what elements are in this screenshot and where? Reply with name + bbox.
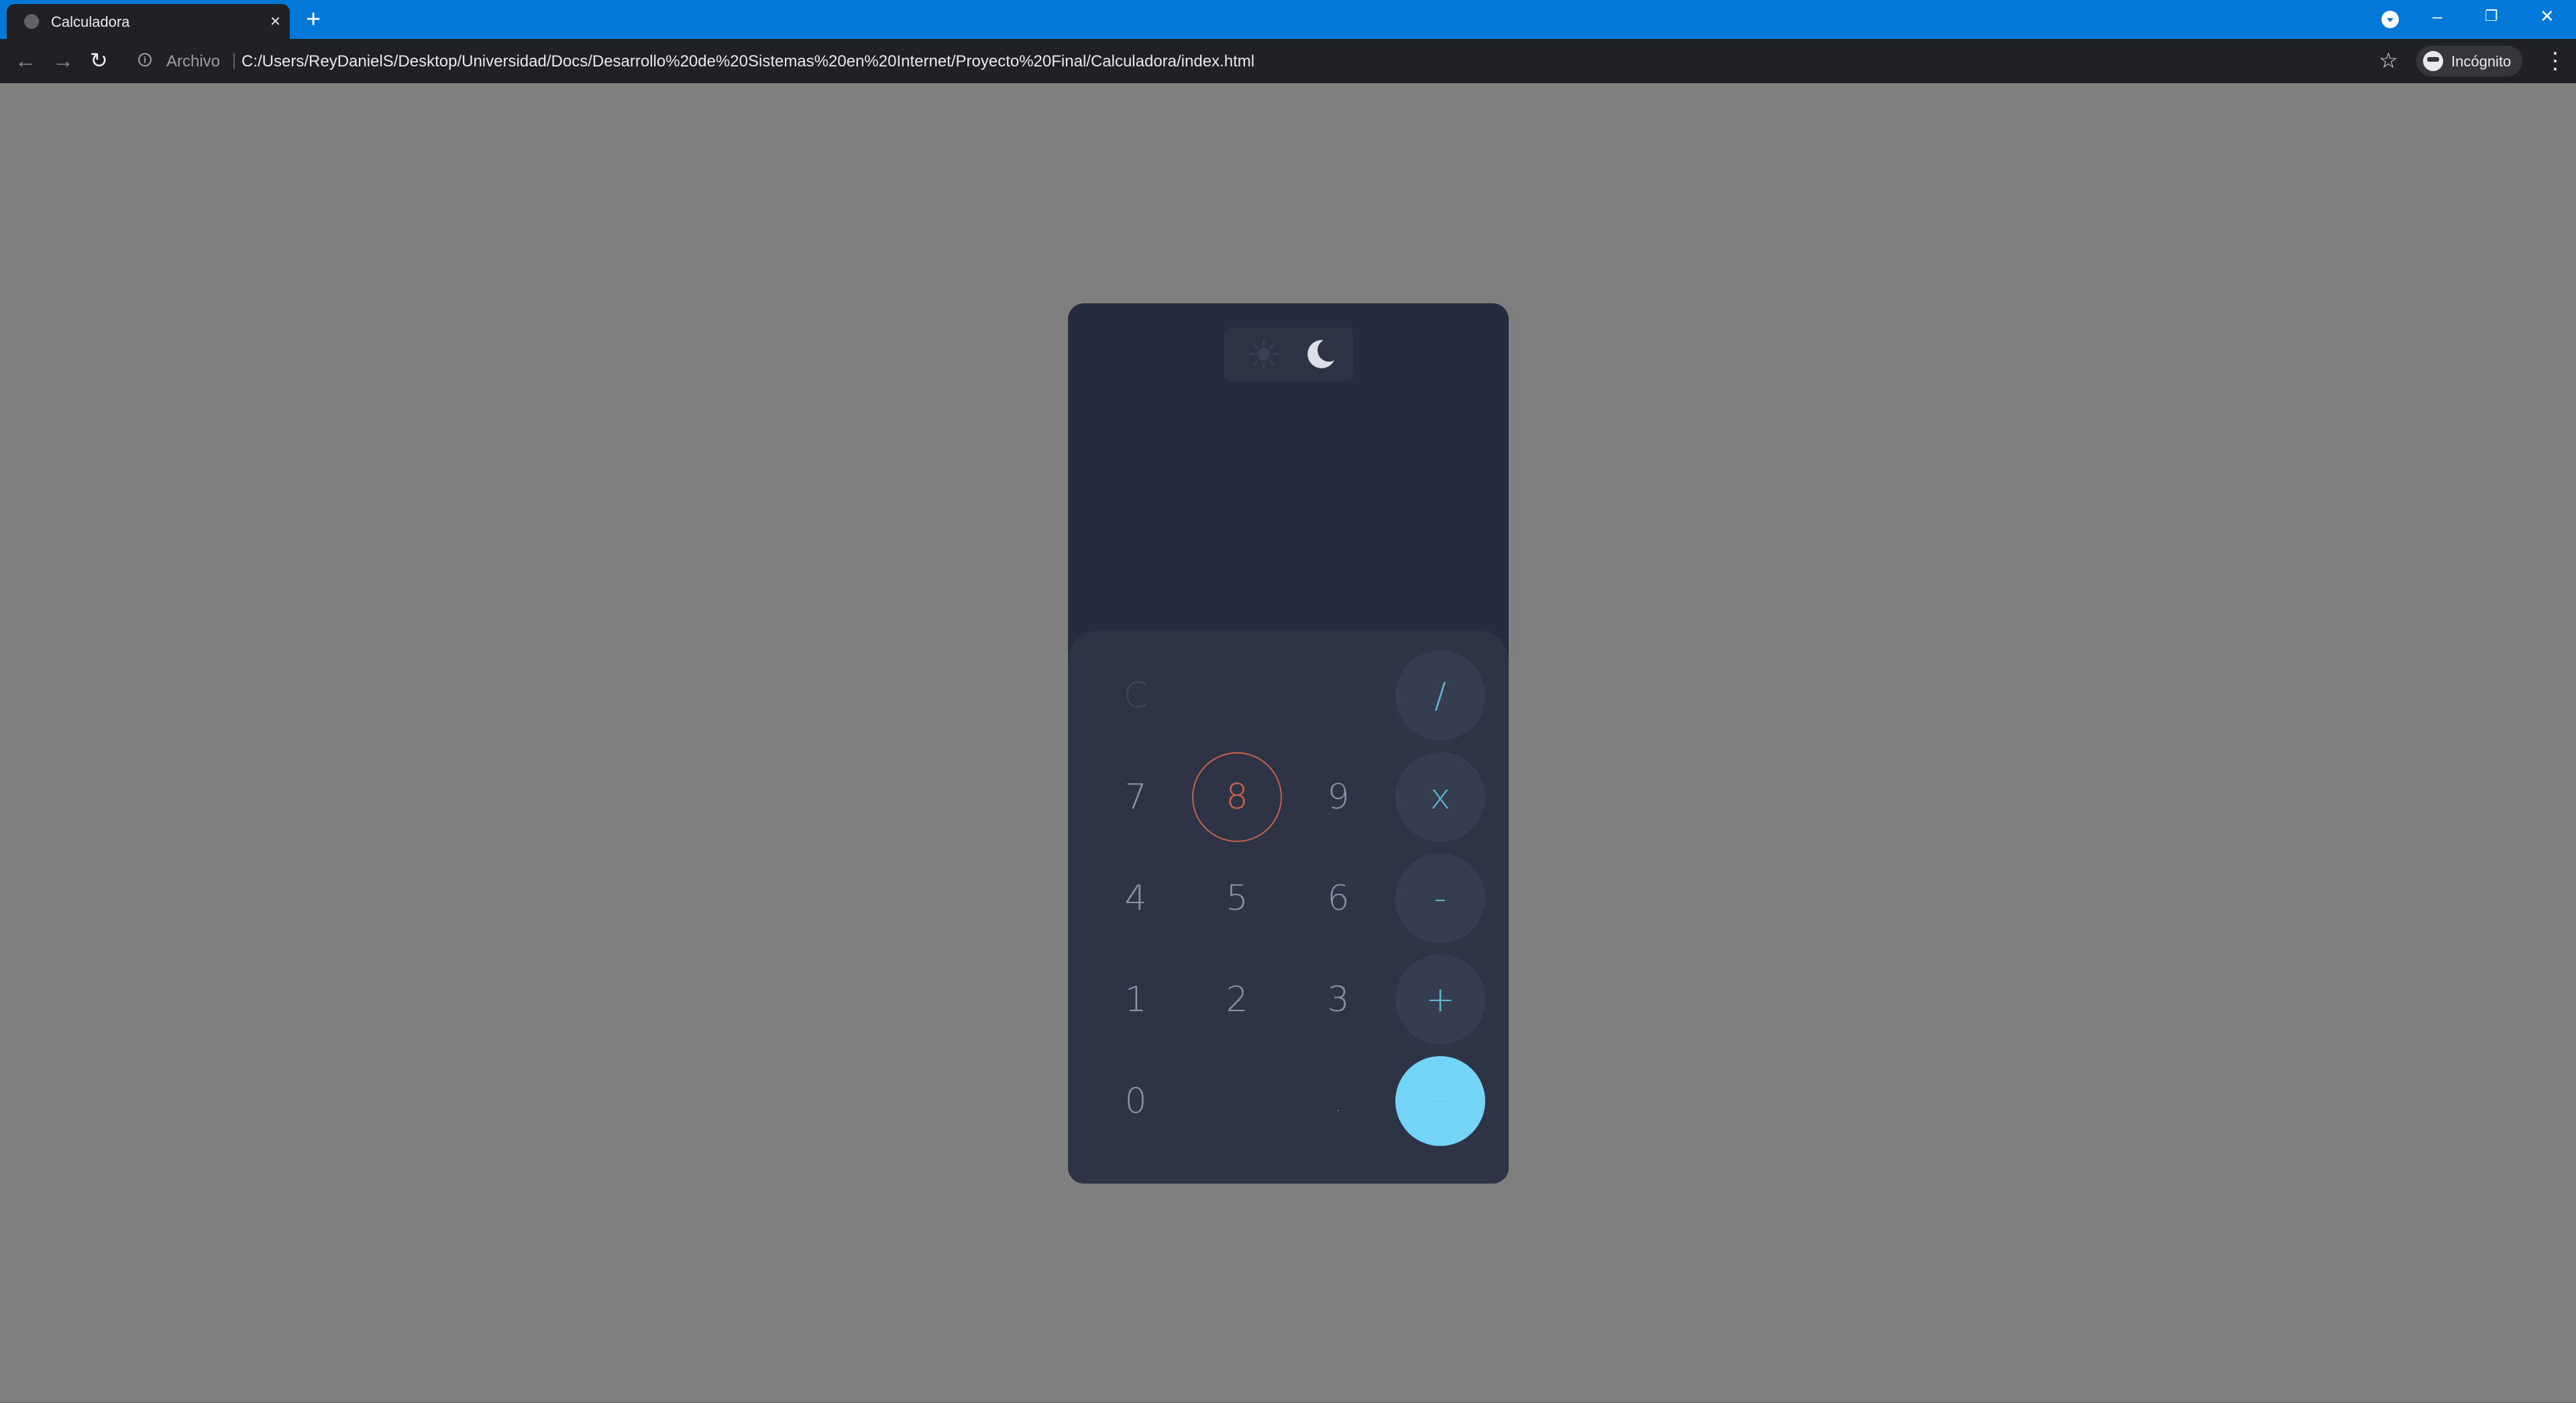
scheme-label: Archivo (166, 52, 221, 70)
clear-button[interactable]: C (1091, 651, 1181, 741)
digit-8-button[interactable]: 8 (1192, 752, 1282, 842)
restore-button[interactable]: ❐ (2485, 3, 2498, 30)
subtract-button[interactable]: - (1395, 853, 1485, 943)
equals-button[interactable]: = (1395, 1056, 1485, 1146)
browser-menu-icon[interactable]: ⋮ (2544, 48, 2567, 74)
digit-1-button[interactable]: 1 (1091, 955, 1181, 1045)
digit-7-button[interactable]: 7 (1091, 752, 1181, 842)
digit-6-button[interactable]: 6 (1293, 853, 1383, 943)
back-button[interactable]: ← (15, 48, 36, 73)
tab-title: Calculadora (51, 13, 130, 30)
reload-button[interactable]: ↻ (90, 48, 108, 73)
multiply-button[interactable]: x (1395, 752, 1485, 842)
digit-3-button[interactable]: 3 (1293, 955, 1383, 1045)
digit-5-button[interactable]: 5 (1192, 853, 1282, 943)
browser-toolbar: ← → ↻ i Archivo C:/Users/ReyDanielS/Desk… (0, 39, 2576, 83)
digit-2-button[interactable]: 2 (1192, 955, 1282, 1045)
browser-tab[interactable]: Calculadora × (7, 4, 290, 39)
calculator-display (1068, 391, 1509, 578)
new-tab-button[interactable]: + (306, 7, 321, 32)
incognito-label: Incógnito (2451, 53, 2512, 70)
tab-search-icon[interactable] (2381, 11, 2399, 28)
incognito-badge[interactable]: Incógnito (2416, 46, 2522, 76)
address-bar[interactable]: i Archivo C:/Users/ReyDanielS/Desktop/Un… (127, 46, 2365, 76)
browser-titlebar: Calculadora × + – ❐ ✕ (0, 0, 2576, 39)
bookmark-star-icon[interactable]: ☆ (2379, 48, 2398, 72)
sun-icon[interactable] (1248, 339, 1279, 370)
digit-4-button[interactable]: 4 (1091, 853, 1181, 943)
globe-icon (24, 14, 39, 29)
address-separator (233, 53, 235, 69)
decimal-button[interactable]: . (1293, 1056, 1383, 1146)
minimize-button[interactable]: – (2432, 3, 2442, 30)
close-tab-icon[interactable]: × (270, 12, 280, 30)
digit-9-button[interactable]: 9 (1293, 752, 1383, 842)
close-window-button[interactable]: ✕ (2540, 3, 2555, 30)
keypad: C / 7 8 9 x 4 5 6 - 1 2 3 + 0 . = (1068, 631, 1509, 1184)
theme-toggle[interactable] (1224, 327, 1353, 381)
digit-0-button[interactable]: 0 (1091, 1056, 1181, 1146)
incognito-icon (2423, 51, 2443, 71)
moon-icon[interactable] (1303, 337, 1337, 371)
url-text[interactable]: C:/Users/ReyDanielS/Desktop/Universidad/… (241, 52, 1254, 71)
add-button[interactable]: + (1395, 955, 1485, 1045)
info-icon[interactable]: i (138, 53, 152, 66)
calculator: C / 7 8 9 x 4 5 6 - 1 2 3 + 0 . = (1068, 303, 1509, 1184)
forward-button[interactable]: → (52, 48, 74, 73)
divide-button[interactable]: / (1395, 651, 1485, 741)
